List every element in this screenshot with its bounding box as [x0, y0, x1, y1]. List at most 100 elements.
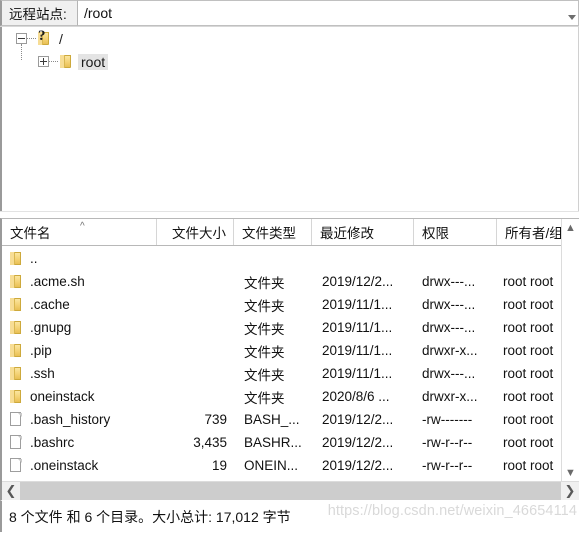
column-header-label: 文件名	[10, 226, 51, 241]
filename-text: oneinstack	[30, 389, 95, 404]
cell-owner-group: root root	[503, 458, 554, 473]
table-row[interactable]: .gnupg 文件夹 2019/11/1... drwx---... root root	[2, 316, 579, 339]
table-row[interactable]: .bashrc 3,435 BASHR... 2019/12/2... -rw-r--r…	[2, 431, 579, 454]
file-list-body[interactable]: .. .acme.sh 文件夹 2019/12/2... drwx---... root …	[2, 247, 579, 481]
cell-filename: .gnupg	[2, 320, 157, 335]
column-header-filesize[interactable]: 文件大小	[157, 219, 234, 245]
file-icon	[10, 458, 24, 472]
table-row[interactable]: .oneinstack 19 ONEIN... 2019/12/2... -rw-r--…	[2, 454, 579, 477]
cell-filesize: 19	[211, 458, 227, 473]
cell-filesize: 739	[204, 412, 227, 427]
filename-text: .bashrc	[30, 435, 75, 450]
cell-modified: 2019/12/2...	[322, 412, 394, 427]
folder-icon	[10, 252, 24, 265]
chevron-up-icon[interactable]: ▲	[562, 219, 579, 236]
filename-text: .bash_history	[30, 412, 111, 427]
folder-icon	[10, 390, 24, 403]
status-bar: 8 个文件 和 6 个目录。大小总计: 17,012 字节 https://bl…	[0, 500, 579, 532]
file-icon	[10, 435, 24, 449]
remote-path-bar: 远程站点: /root	[0, 0, 579, 27]
tree-connector-dot	[27, 37, 36, 40]
tree-node-label: root	[78, 53, 109, 70]
filename-text: .ssh	[30, 366, 55, 381]
cell-modified: 2019/12/2...	[322, 435, 394, 450]
column-header-label: 最近修改	[320, 226, 374, 241]
watermark-text: https://blog.csdn.net/weixin_46654114	[327, 503, 577, 519]
tree-expander-minus-icon[interactable]	[16, 33, 27, 44]
cell-owner-group: root root	[503, 389, 554, 404]
horizontal-scroll-thumb[interactable]	[20, 482, 561, 500]
column-header-label: 文件大小	[172, 226, 226, 241]
table-row[interactable]: .pip 文件夹 2019/11/1... drwxr-x... root root	[2, 339, 579, 362]
sort-ascending-icon: ^	[80, 221, 85, 232]
cell-modified: 2019/12/2...	[322, 274, 394, 289]
column-header-owner-group[interactable]: 所有者/组	[497, 219, 566, 245]
folder-icon	[10, 298, 24, 311]
cell-filetype: ONEIN...	[244, 458, 299, 473]
tree-expander-plus-icon[interactable]	[38, 56, 49, 67]
filename-text: .oneinstack	[30, 458, 99, 473]
table-row[interactable]: .bash_history 739 BASH_... 2019/12/2... -rw-…	[2, 408, 579, 431]
cell-permissions: drwxr-x...	[422, 343, 478, 358]
column-header-permissions[interactable]: 权限	[414, 219, 497, 245]
column-header-filename[interactable]: 文件名 ^	[2, 219, 157, 245]
vertical-scrollbar[interactable]: ▲ ▼	[561, 219, 579, 481]
remote-path-input[interactable]: /root	[78, 0, 555, 26]
table-row[interactable]: ..	[2, 247, 579, 270]
table-row[interactable]: .acme.sh 文件夹 2019/12/2... drwx---... root ro…	[2, 270, 579, 293]
cell-modified: 2020/8/6 ...	[322, 389, 390, 404]
cell-filetype: 文件夹	[244, 298, 285, 314]
cell-filename: .bash_history	[2, 412, 157, 427]
filename-text: .pip	[30, 343, 52, 358]
cell-permissions: drwx---...	[422, 297, 476, 312]
cell-owner-group: root root	[503, 274, 554, 289]
cell-filetype: 文件夹	[244, 367, 285, 383]
cell-filename: ..	[2, 251, 157, 266]
cell-permissions: -rw-------	[422, 412, 473, 427]
horizontal-scrollbar[interactable]: ❮ ❯	[2, 481, 579, 500]
cell-modified: 2019/11/1...	[322, 343, 393, 358]
cell-modified: 2019/11/1...	[322, 320, 393, 335]
cell-filename: .pip	[2, 343, 157, 358]
chevron-down-icon[interactable]: ▼	[562, 464, 579, 481]
cell-filetype: BASHR...	[244, 435, 302, 450]
cell-permissions: -rw-r--r--	[422, 458, 473, 473]
column-header-label: 文件类型	[242, 226, 296, 241]
column-header-label: 所有者/组	[505, 226, 563, 241]
horizontal-scroll-track[interactable]	[20, 482, 561, 500]
cell-modified: 2019/11/1...	[322, 297, 393, 312]
chevron-right-icon[interactable]: ❯	[561, 482, 579, 500]
cell-filename: .acme.sh	[2, 274, 157, 289]
tree-connector-dot	[49, 60, 58, 63]
cell-permissions: drwx---...	[422, 366, 476, 381]
folder-icon	[58, 55, 73, 68]
folder-unknown-icon: ?	[36, 29, 51, 45]
chevron-left-icon[interactable]: ❮	[2, 482, 20, 500]
cell-filename: .bashrc	[2, 435, 157, 450]
table-row[interactable]: .cache 文件夹 2019/11/1... drwx---... root root	[2, 293, 579, 316]
panel-splitter[interactable]	[0, 211, 579, 218]
directory-tree-panel[interactable]: ? / root	[0, 27, 579, 211]
column-header-modified[interactable]: 最近修改	[312, 219, 414, 245]
remote-file-list[interactable]: 文件名 ^ 文件大小 文件类型 最近修改 权限 所有者/组 .. .acme.sh…	[0, 218, 579, 500]
cell-permissions: drwxr-x...	[422, 389, 478, 404]
tree-node-root-slash[interactable]: ? /	[2, 27, 578, 50]
table-row[interactable]: .ssh 文件夹 2019/11/1... drwx---... root root	[2, 362, 579, 385]
cell-owner-group: root root	[503, 435, 554, 450]
filename-text: .gnupg	[30, 320, 72, 335]
cell-modified: 2019/12/2...	[322, 458, 394, 473]
file-icon	[10, 412, 24, 426]
cell-filetype: 文件夹	[244, 275, 285, 291]
tree-node-root-dir[interactable]: root	[2, 50, 578, 73]
cell-filename: .ssh	[2, 366, 157, 381]
cell-filename: .cache	[2, 297, 157, 312]
cell-owner-group: root root	[503, 343, 554, 358]
cell-permissions: drwx---...	[422, 320, 476, 335]
tree-node-label: /	[59, 30, 63, 47]
folder-icon	[10, 367, 24, 380]
cell-owner-group: root root	[503, 366, 554, 381]
column-header-filetype[interactable]: 文件类型	[234, 219, 312, 245]
folder-icon	[10, 344, 24, 357]
table-row[interactable]: oneinstack 文件夹 2020/8/6 ... drwxr-x... root …	[2, 385, 579, 408]
chevron-down-icon[interactable]	[555, 0, 579, 26]
